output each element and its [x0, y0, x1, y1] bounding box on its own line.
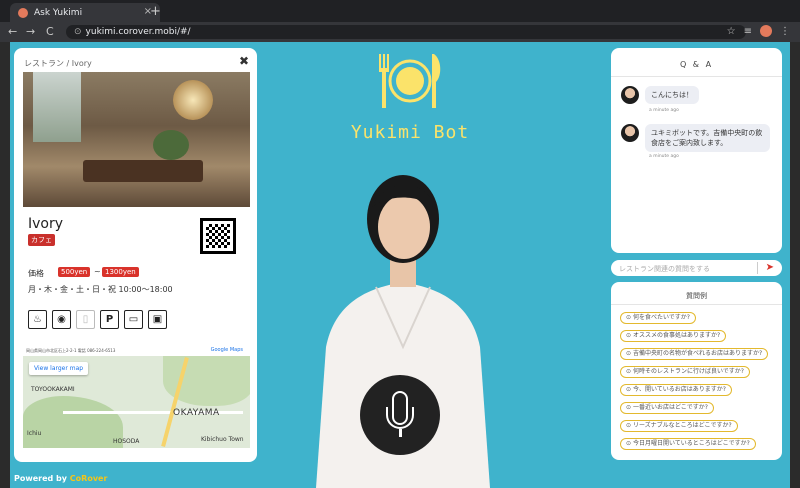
map-label: HOSODA — [113, 438, 140, 445]
suggestion-chip[interactable]: ⊙ リーズナブルなところはどこですか? — [620, 420, 738, 432]
back-button[interactable]: ← — [8, 25, 17, 38]
url-text: yukimi.corover.mobi/#/ — [85, 27, 191, 37]
suggestions-panel: 質問例 ⊙ 何を食べたいですか? ⊙ オススメの食事処はありますか? ⊙ 吉備中… — [611, 282, 782, 460]
takeout-icon: ▣ — [148, 310, 167, 329]
chat-message: ユキミボットです。吉備中央町の飲食店をご案内致します。 — [621, 124, 770, 152]
price-low-badge: 500yen — [58, 267, 91, 277]
price-label: 価格 — [28, 269, 44, 278]
price-high-badge: 1300yen — [102, 267, 139, 277]
reload-button[interactable]: C — [46, 25, 54, 38]
fork-plate-knife-icon — [379, 54, 441, 108]
view-larger-map-link[interactable]: View larger map — [29, 362, 89, 375]
browser-toolbar: ← → C ⊙ yukimi.corover.mobi/#/ ☆ ≡ ⋮ — [0, 22, 800, 42]
map-label: OKAYAMA — [173, 408, 220, 418]
message-bubble: こんにちは！ — [645, 86, 699, 104]
powered-prefix: Powered by — [14, 474, 67, 483]
app-page: レストラン / Ivory ✖ Ivory カフェ 価格 500yen ~ 13… — [10, 42, 790, 488]
star-icon[interactable]: ☆ — [727, 26, 736, 37]
suggestion-chip[interactable]: ⊙ 今、開いているお店はありますか? — [620, 384, 732, 396]
qr-code — [200, 218, 236, 254]
credit-card-icon: ▭ — [124, 310, 143, 329]
new-tab-button[interactable]: + — [150, 4, 161, 19]
chat-message: こんにちは！ — [621, 86, 699, 104]
drink-icon: ▯ — [76, 310, 95, 329]
close-icon[interactable]: ✖ — [239, 54, 249, 68]
restaurant-photo — [23, 72, 250, 207]
forward-button[interactable]: → — [26, 25, 35, 38]
lock-icon: ⊙ — [74, 27, 82, 37]
hot-food-icon: ♨ — [28, 310, 47, 329]
suggestion-chip[interactable]: ⊙ 何時そのレストランに行けば良いですか? — [620, 366, 750, 378]
message-bubble: ユキミボットです。吉備中央町の飲食店をご案内致します。 — [645, 124, 770, 152]
bot-avatar — [621, 124, 639, 142]
input-placeholder: レストラン関連の質問をする — [619, 265, 710, 273]
send-icon[interactable]: ➤ — [766, 262, 774, 273]
map[interactable]: View larger map TOYOOKAKAMI OKAYAMA HOSO… — [23, 356, 250, 448]
bot-title: Yukimi Bot — [350, 122, 470, 143]
favicon-icon — [18, 7, 28, 18]
qa-title: Q & A — [679, 60, 714, 69]
suggestion-chip[interactable]: ⊙ 一番近いお店はどこですか? — [620, 402, 714, 414]
question-input[interactable]: レストラン関連の質問をする ➤ — [611, 260, 782, 276]
dining-icon: ◉ — [52, 310, 71, 329]
restaurant-card: レストラン / Ivory ✖ Ivory カフェ 価格 500yen ~ 13… — [14, 48, 257, 462]
qa-panel: Q & A こんにちは！ a minute ago ユキミボットです。吉備中央町… — [611, 48, 782, 253]
browser-tab-bar: Ask Yukimi × + — [0, 0, 800, 22]
media-icon[interactable]: ≡ — [744, 26, 752, 37]
message-time: a minute ago — [649, 108, 679, 113]
amenity-icons: ♨ ◉ ▯ P ▭ ▣ — [28, 310, 167, 329]
category-badge: カフェ — [28, 234, 55, 246]
toolbar-icons: ☆ ≡ ⋮ — [727, 25, 790, 37]
map-label: Ichiu — [27, 430, 42, 437]
suggestions-title: 質問例 — [686, 292, 707, 300]
browser-tab[interactable]: Ask Yukimi × — [10, 3, 160, 22]
suggestion-chip[interactable]: ⊙ 吉備中央町の名物が食べれるお店はありますか? — [620, 348, 769, 360]
suggestion-chip[interactable]: ⊙ 何を食べたいですか? — [620, 312, 696, 324]
breadcrumb[interactable]: レストラン / Ivory — [24, 58, 92, 69]
address-text: 岡山県岡山市北区石上2-2-1 電話 086-224-6513 — [26, 348, 116, 353]
microphone-button[interactable] — [360, 375, 440, 455]
menu-icon[interactable]: ⋮ — [780, 26, 790, 37]
address-bar[interactable]: ⊙ yukimi.corover.mobi/#/ — [66, 25, 746, 39]
tab-title: Ask Yukimi — [34, 7, 83, 18]
powered-by: Powered by CoRover — [14, 474, 107, 483]
parking-icon: P — [100, 310, 119, 329]
map-label: Kibichuo Town — [201, 436, 244, 443]
profile-avatar[interactable] — [760, 25, 772, 37]
message-time: a minute ago — [649, 154, 679, 159]
map-label: TOYOOKAKAMI — [31, 386, 75, 393]
restaurant-name: Ivory — [28, 216, 64, 232]
google-maps-link[interactable]: Google Maps — [211, 347, 243, 353]
opening-hours: 月・木・金・土・日・祝 10:00～18:00 — [28, 285, 173, 294]
corover-logo[interactable]: CoRover — [70, 474, 108, 483]
suggestion-chip[interactable]: ⊙ 今日月曜日開いているところはどこですか? — [620, 438, 756, 450]
bot-avatar — [621, 86, 639, 104]
suggestion-chip[interactable]: ⊙ オススメの食事処はありますか? — [620, 330, 727, 342]
price-separator: ~ — [94, 267, 101, 276]
